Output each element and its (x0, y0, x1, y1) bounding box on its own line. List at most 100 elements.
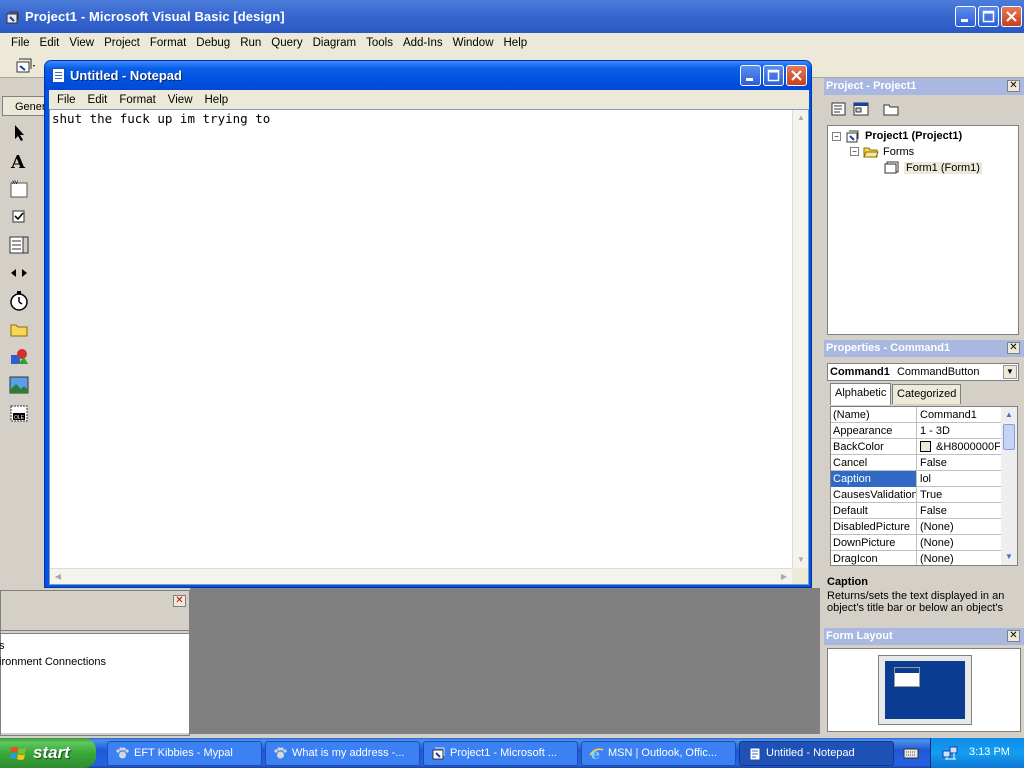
properties-close-button[interactable]: ✕ (1007, 342, 1020, 354)
toolbox-general-tab[interactable]: Gener (2, 96, 46, 116)
listbox-tool-icon[interactable] (8, 234, 30, 256)
vb-menu-add-ins[interactable]: Add-Ins (398, 37, 448, 49)
taskbar-button-visual-basic[interactable]: Project1 - Microsoft ... (423, 741, 578, 766)
taskbar-clock[interactable]: 3:13 PM (969, 746, 1010, 758)
property-row[interactable]: Cancel False (831, 455, 1001, 471)
toggle-folders-icon[interactable] (882, 101, 900, 117)
notepad-icon[interactable] (52, 68, 65, 83)
notepad-maximize-button[interactable] (763, 65, 784, 86)
vb-menu-tools[interactable]: Tools (361, 37, 398, 49)
scroll-right-icon[interactable]: ▶ (776, 569, 792, 585)
form-layout-close-button[interactable]: ✕ (1007, 630, 1020, 642)
form-position-thumbnail[interactable] (894, 667, 920, 687)
ole-tool-icon[interactable]: OLE (8, 402, 30, 424)
data-view-item-links[interactable]: s (0, 640, 5, 652)
form-layout-title-bar[interactable]: Form Layout ✕ (824, 628, 1024, 645)
view-object-icon[interactable] (852, 101, 870, 117)
scroll-down-icon[interactable]: ▼ (793, 552, 809, 568)
property-row[interactable]: BackColor &H8000000F (831, 439, 1001, 455)
notepad-text-area[interactable]: shut the fuck up im trying to ▲ ▼ ◀ ▶ (49, 109, 809, 585)
vb-menu-query[interactable]: Query (266, 37, 307, 49)
project-explorer-close-button[interactable]: ✕ (1007, 80, 1020, 92)
property-value[interactable]: True (918, 487, 1000, 503)
tree-node-form1[interactable]: Form1 (Form1) (884, 161, 982, 174)
notepad-menu-format[interactable]: Format (113, 94, 161, 106)
vb-menu-help[interactable]: Help (499, 37, 533, 49)
vb-menu-file[interactable]: File (6, 37, 35, 49)
property-value[interactable]: Command1 (918, 407, 1000, 423)
vb-menu-edit[interactable]: Edit (35, 37, 65, 49)
vb-title-bar[interactable]: Project1 - Microsoft Visual Basic [desig… (0, 0, 1024, 33)
hscrollbar-tool-icon[interactable] (8, 262, 30, 284)
vb-menu-run[interactable]: Run (235, 37, 266, 49)
tree-node-project[interactable]: − Project1 (Project1) (832, 129, 962, 143)
scroll-down-icon[interactable]: ▼ (1001, 549, 1017, 565)
notepad-menu-view[interactable]: View (162, 94, 199, 106)
notepad-horizontal-scrollbar[interactable]: ◀ ▶ (50, 568, 792, 584)
vb-menu-debug[interactable]: Debug (191, 37, 235, 49)
notepad-vertical-scrollbar[interactable]: ▲ ▼ (792, 110, 808, 568)
network-icon[interactable] (942, 745, 958, 761)
vb-menu-view[interactable]: View (64, 37, 99, 49)
property-value[interactable]: 1 - 3D (918, 423, 1000, 439)
property-value[interactable]: False (918, 503, 1000, 519)
scrollbar-thumb[interactable] (1003, 424, 1015, 450)
property-value[interactable]: (None) (918, 535, 1000, 551)
chevron-down-icon[interactable]: ▼ (1003, 365, 1017, 379)
property-value[interactable]: (None) (918, 551, 1000, 565)
notepad-title-bar[interactable]: Untitled - Notepad (45, 61, 811, 90)
vb-minimize-button[interactable] (955, 6, 976, 27)
resize-grip-icon[interactable] (792, 568, 808, 584)
frame-tool-icon[interactable]: xv (8, 178, 30, 200)
view-code-icon[interactable] (830, 101, 848, 117)
tree-node-forms[interactable]: − Forms (850, 145, 914, 158)
notepad-menu-file[interactable]: File (51, 94, 82, 106)
notepad-menu-edit[interactable]: Edit (82, 94, 114, 106)
notepad-menu-help[interactable]: Help (199, 94, 235, 106)
property-row[interactable]: DownPicture (None) (831, 535, 1001, 551)
vb-maximize-button[interactable] (978, 6, 999, 27)
vb-menu-window[interactable]: Window (448, 37, 499, 49)
collapse-icon[interactable]: − (832, 131, 841, 141)
tab-categorized[interactable]: Categorized (892, 384, 962, 404)
scroll-up-icon[interactable]: ▲ (793, 110, 809, 126)
scroll-left-icon[interactable]: ◀ (50, 569, 66, 585)
property-row[interactable]: DisabledPicture (None) (831, 519, 1001, 535)
data-view-close-button[interactable]: ✕ (173, 595, 186, 607)
vb-app-icon[interactable] (5, 9, 21, 25)
vb-menu-format[interactable]: Format (145, 37, 191, 49)
vb-close-button[interactable] (1001, 6, 1022, 27)
tab-alphabetic[interactable]: Alphabetic (830, 383, 892, 405)
object-selector[interactable]: Command1 CommandButton ▼ (827, 363, 1019, 381)
property-grid-scrollbar[interactable]: ▲ ▼ (1001, 407, 1017, 565)
taskbar-button-eft-kibbies[interactable]: EFT Kibbies - Mypal (107, 741, 262, 766)
start-button[interactable]: start (0, 738, 96, 768)
taskbar-button-msn[interactable]: e MSN | Outlook, Offic... (581, 741, 736, 766)
taskbar-button-notepad[interactable]: Untitled - Notepad (739, 741, 894, 766)
property-value-color[interactable]: &H8000000F (918, 439, 1000, 455)
dirlistbox-tool-icon[interactable] (8, 318, 30, 340)
shape-tool-icon[interactable] (8, 346, 30, 368)
notepad-minimize-button[interactable] (740, 65, 761, 86)
project-explorer-title-bar[interactable]: Project - Project1 ✕ (824, 78, 1024, 95)
notepad-close-button[interactable] (786, 65, 807, 86)
vb-menu-project[interactable]: Project (99, 37, 145, 49)
timer-tool-icon[interactable] (8, 290, 30, 312)
properties-title-bar[interactable]: Properties - Command1 ✕ (824, 340, 1024, 357)
property-value[interactable]: lol (918, 471, 1000, 487)
taskbar-button-what-is-my-address[interactable]: What is my address -... (265, 741, 420, 766)
pointer-tool-icon[interactable] (8, 122, 30, 144)
property-row[interactable]: Appearance 1 - 3D (831, 423, 1001, 439)
property-row[interactable]: CausesValidation True (831, 487, 1001, 503)
collapse-icon[interactable]: − (850, 147, 859, 156)
property-value[interactable]: (None) (918, 519, 1000, 535)
add-project-icon[interactable] (14, 56, 36, 74)
vb-menu-diagram[interactable]: Diagram (308, 37, 361, 49)
scroll-up-icon[interactable]: ▲ (1001, 407, 1017, 423)
property-value[interactable]: False (918, 455, 1000, 471)
property-row[interactable]: Default False (831, 503, 1001, 519)
property-row[interactable]: (Name) Command1 (831, 407, 1001, 423)
property-row-selected[interactable]: Caption lol (831, 471, 1001, 487)
label-tool-icon[interactable]: A (8, 150, 30, 172)
checkbox-tool-icon[interactable] (8, 206, 30, 228)
